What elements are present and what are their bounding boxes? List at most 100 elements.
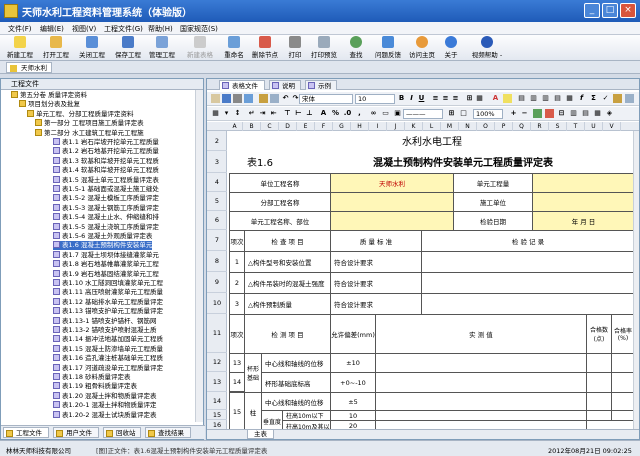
row-header[interactable]: 12 bbox=[207, 353, 227, 372]
calc-icon[interactable]: ⊟ bbox=[557, 109, 566, 118]
row-header[interactable]: 5 bbox=[207, 192, 227, 211]
tab-example[interactable]: 示例 bbox=[305, 80, 337, 90]
row-header[interactable]: 3 bbox=[207, 151, 227, 173]
column-header[interactable]: Q bbox=[513, 122, 531, 131]
tree-item[interactable]: 第二部分 水工建筑工程单元工程施 bbox=[35, 128, 144, 138]
column-header[interactable]: G bbox=[333, 122, 351, 131]
menu-project-file[interactable]: 工程文件(G) bbox=[104, 24, 143, 34]
check-icon[interactable]: ✓ bbox=[601, 94, 610, 103]
comma-icon[interactable]: , bbox=[355, 109, 364, 118]
measure-3-values[interactable] bbox=[375, 392, 587, 411]
column-header[interactable]: P bbox=[495, 122, 513, 131]
element-name-value[interactable] bbox=[330, 211, 454, 231]
preview-icon[interactable] bbox=[244, 94, 253, 103]
fill-color-icon[interactable] bbox=[503, 94, 512, 103]
tree-item[interactable]: 表1.18 砂料质量评定表 bbox=[53, 373, 131, 382]
row-header[interactable]: 9 bbox=[207, 272, 227, 293]
column-header[interactable]: J bbox=[387, 122, 405, 131]
tree-item[interactable]: 表1.14 振冲法地基加固单元工程质 bbox=[53, 335, 163, 344]
zoom-select[interactable]: 100% bbox=[473, 109, 503, 119]
column-header[interactable]: O bbox=[477, 122, 495, 131]
print-button[interactable]: 打印 bbox=[284, 36, 306, 60]
tree-item[interactable]: 表1.5-3 混凝土钢筋工序质量评定 bbox=[53, 203, 159, 213]
tree-item[interactable]: 表1.1 岩石岸坡开挖单元工程质量 bbox=[53, 138, 159, 147]
new-table-button[interactable]: 新建表格 bbox=[184, 36, 216, 60]
sum-icon[interactable]: Σ bbox=[589, 94, 598, 103]
item-2-record[interactable] bbox=[421, 272, 635, 294]
measure-1-pass[interactable] bbox=[586, 353, 612, 373]
unit-name-value[interactable]: 天师水利 bbox=[330, 173, 454, 193]
unit-amount-value[interactable] bbox=[532, 173, 635, 193]
tree-item[interactable]: 表1.15 混凝土防渗墙单元工程质量 bbox=[53, 344, 163, 354]
border-all-icon[interactable]: ⊞ bbox=[447, 109, 456, 118]
row-header[interactable]: 14 bbox=[207, 392, 227, 410]
row-header[interactable]: 4 bbox=[207, 173, 227, 192]
save-project-button[interactable]: 保存工程 bbox=[112, 36, 144, 60]
column-header[interactable]: U bbox=[585, 122, 603, 131]
borders-icon[interactable]: ▦ bbox=[475, 94, 484, 103]
comment-icon[interactable]: ▭ bbox=[381, 109, 390, 118]
manage-project-button[interactable]: 管理工程 bbox=[146, 36, 178, 60]
tree-item[interactable]: 表1.13-2 锚喷支护喷射混凝土质 bbox=[53, 326, 157, 335]
grid-icon[interactable]: ▦ bbox=[565, 94, 574, 103]
measure-2-values[interactable] bbox=[375, 372, 587, 393]
row-header[interactable]: 10 bbox=[207, 293, 227, 314]
item-3-record[interactable] bbox=[421, 293, 635, 315]
protect-icon[interactable]: ◈ bbox=[605, 109, 614, 118]
column-header[interactable]: T bbox=[567, 122, 585, 131]
tree-item[interactable]: 第一部分 工程项目施工质量评定表 bbox=[35, 119, 144, 128]
tab-description[interactable]: 说明 bbox=[269, 80, 301, 90]
new-icon[interactable] bbox=[211, 94, 220, 103]
tree-item[interactable]: 表1.20 混凝土拌和物质量评定表 bbox=[53, 391, 157, 401]
function-icon[interactable]: f bbox=[577, 94, 586, 103]
column-header[interactable]: D bbox=[279, 122, 297, 131]
sub-project-value[interactable] bbox=[330, 192, 454, 212]
tree-item[interactable]: 第五分卷 质量评定资料 bbox=[11, 91, 87, 100]
menu-help[interactable]: 帮助(H) bbox=[148, 24, 173, 34]
undo-icon[interactable]: ↶ bbox=[281, 94, 290, 103]
tree-item[interactable]: 表1.2 岩石地基开挖单元工程质量 bbox=[53, 147, 159, 156]
tree-item[interactable]: 表1.6 混凝土预制构件安装单元 bbox=[53, 241, 153, 251]
red-tool-icon[interactable] bbox=[545, 109, 554, 118]
close-button[interactable]: × bbox=[620, 3, 636, 18]
sort-icon[interactable]: ↕ bbox=[233, 109, 242, 118]
print-icon[interactable] bbox=[233, 94, 242, 103]
valign-top-icon[interactable]: ⊤ bbox=[283, 109, 292, 118]
align-left-icon[interactable]: ≡ bbox=[431, 94, 440, 103]
project-tab[interactable]: 天师水利 bbox=[6, 62, 52, 73]
align-center-icon[interactable]: ≡ bbox=[441, 94, 450, 103]
tree-item[interactable]: 表1.20-1 混凝土拌和物质量评定 bbox=[53, 401, 157, 410]
tree-item[interactable]: 表1.12 基础排水单元工程质量评定 bbox=[53, 297, 163, 307]
tree-item[interactable]: 表1.13-1 锚喷支护锚杆、钢筋网 bbox=[53, 316, 157, 326]
measure-3-rate[interactable] bbox=[611, 392, 635, 411]
row-header[interactable]: 11 bbox=[207, 314, 227, 353]
item-1-record[interactable] bbox=[421, 251, 635, 273]
percent-icon[interactable]: % bbox=[331, 109, 340, 118]
measure-2-pass[interactable] bbox=[586, 372, 612, 393]
tree-item[interactable]: 表1.11 高压喷射灌浆单元工程质量 bbox=[53, 288, 163, 297]
filter-icon[interactable]: ▾ bbox=[222, 109, 231, 118]
tab-table-file[interactable]: 表格文件 bbox=[219, 80, 265, 90]
tree-item[interactable]: 表1.5-4 混凝土止水、伸缩缝和排 bbox=[53, 213, 159, 222]
delete-row-icon[interactable]: ▤ bbox=[553, 94, 562, 103]
decimal-icon[interactable]: .0 bbox=[343, 109, 352, 118]
delete-node-button[interactable]: 删除节点 bbox=[250, 36, 280, 60]
tree-item[interactable]: 表1.13 锚喷支护单元工程质量评定 bbox=[53, 307, 163, 316]
about-button[interactable]: 关于 bbox=[440, 36, 462, 60]
new-project-button[interactable]: 新建工程 bbox=[4, 36, 36, 60]
italic-button[interactable]: I bbox=[407, 94, 416, 103]
measure-1-rate[interactable] bbox=[611, 353, 635, 373]
font-size-select[interactable]: 10 bbox=[355, 94, 395, 104]
menu-file[interactable]: 文件(F) bbox=[8, 24, 32, 34]
border-none-icon[interactable]: □ bbox=[459, 109, 468, 118]
tree-item[interactable]: 表1.5 混凝土单元工程质量评定表 bbox=[53, 175, 159, 185]
minimize-button[interactable]: _ bbox=[584, 3, 600, 18]
tree-item[interactable]: 表1.10 水工隧洞回填灌浆单元工程 bbox=[53, 279, 163, 288]
date-value[interactable]: 年 月 日 bbox=[532, 211, 635, 231]
tree-item[interactable]: 表1.5-1 基础面或混凝土施工缝处 bbox=[53, 185, 159, 194]
close-project-button[interactable]: 关闭工程 bbox=[76, 36, 108, 60]
merge-cells-icon[interactable]: ⊞ bbox=[465, 94, 474, 103]
tree-item[interactable]: 表1.16 造孔灌注桩基础单元工程质 bbox=[53, 354, 163, 363]
format-icon[interactable]: ▤ bbox=[517, 94, 526, 103]
align-right-icon[interactable]: ≡ bbox=[451, 94, 460, 103]
